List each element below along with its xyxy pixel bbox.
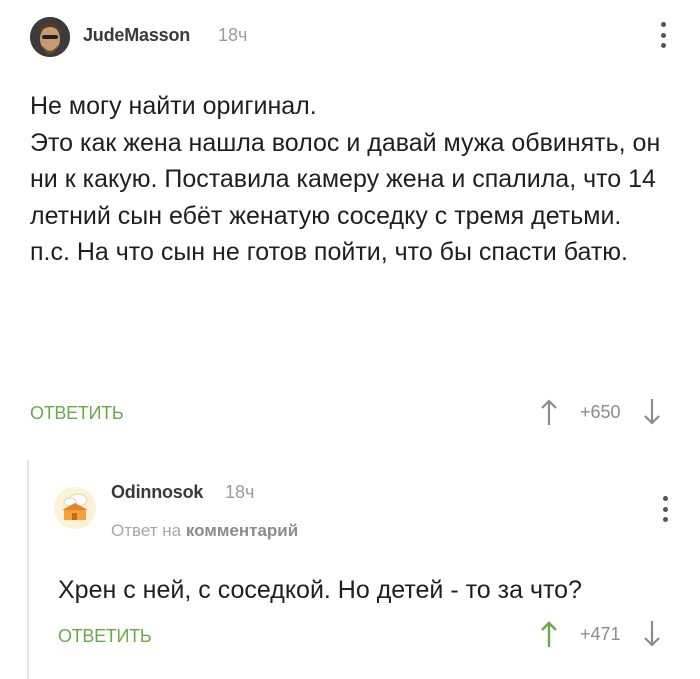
more-vertical-icon[interactable] bbox=[660, 496, 670, 522]
comment-text: Хрен с ней, с соседкой. Но детей - то за… bbox=[58, 576, 582, 604]
rating: +650 bbox=[580, 401, 621, 422]
timestamp: 18ч bbox=[225, 482, 255, 502]
more-vertical-icon[interactable] bbox=[658, 22, 668, 48]
arrow-up-icon[interactable] bbox=[540, 620, 558, 648]
reply-comment: Odinnosok 18ч Ответ на комментарий Хрен … bbox=[27, 460, 700, 679]
avatar[interactable] bbox=[30, 17, 70, 57]
vote-control: +650 bbox=[540, 398, 661, 426]
arrow-down-icon[interactable] bbox=[643, 620, 661, 648]
reply-to-label: Ответ на комментарий bbox=[111, 521, 298, 541]
username[interactable]: Odinnosok bbox=[111, 482, 203, 503]
arrow-up-icon[interactable] bbox=[540, 398, 558, 426]
arrow-down-icon[interactable] bbox=[643, 398, 661, 426]
comment-text: Не могу найти оригинал. Это как жена наш… bbox=[30, 92, 661, 266]
reply-to-link[interactable]: комментарий bbox=[186, 521, 298, 540]
reply-button[interactable]: ОТВЕТИТЬ bbox=[58, 626, 152, 647]
comment: JudeMasson 18ч Не могу найти оригинал. Э… bbox=[0, 0, 700, 450]
rating: +471 bbox=[580, 623, 621, 644]
timestamp: 18ч bbox=[218, 25, 248, 45]
vote-control: +471 bbox=[540, 620, 661, 648]
avatar[interactable] bbox=[54, 487, 96, 529]
username[interactable]: JudeMasson bbox=[83, 25, 190, 46]
reply-to-prefix: Ответ на bbox=[111, 521, 182, 540]
reply-button[interactable]: ОТВЕТИТЬ bbox=[30, 403, 124, 424]
